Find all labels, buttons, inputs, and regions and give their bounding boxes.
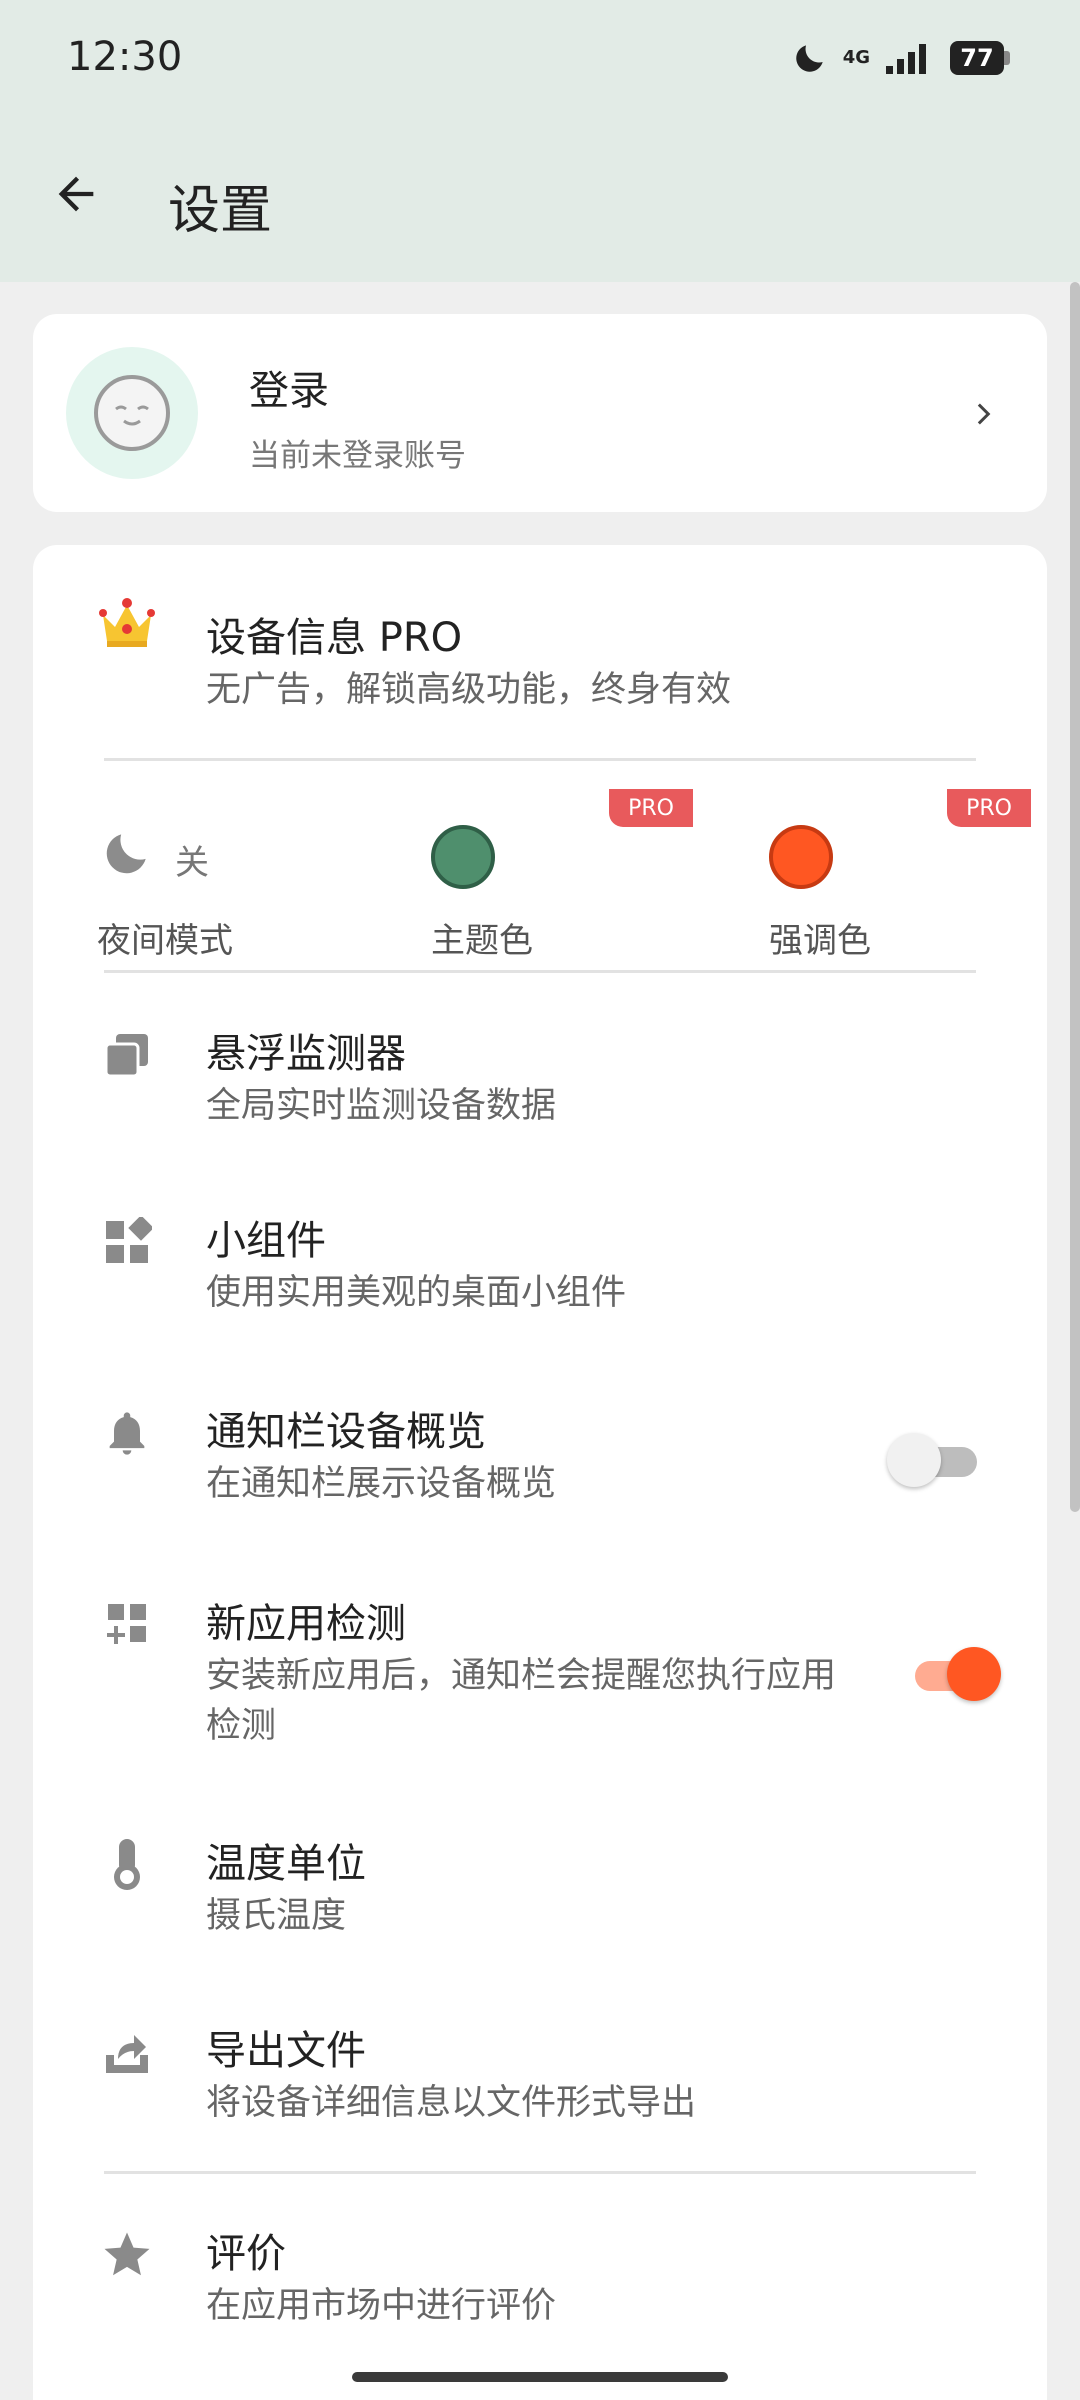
theme-color-option[interactable]: PRO 主题色 [393, 785, 703, 985]
battery-icon: 77 [950, 40, 1010, 76]
moon-status-icon [791, 39, 829, 77]
settings-item-rate[interactable]: 评价 在应用市场中进行评价 [33, 2185, 1047, 2365]
chevron-right-icon [963, 392, 1007, 436]
pro-badge: PRO [609, 789, 693, 827]
divider [104, 2171, 976, 2174]
item-subtitle: 将设备详细信息以文件形式导出 [206, 2083, 697, 2123]
item-title: 悬浮监测器 [206, 1031, 406, 1077]
divider [104, 758, 976, 761]
notification-overview-toggle[interactable] [887, 1433, 983, 1487]
settings-item-temperature-unit[interactable]: 温度单位 摄氏温度 [33, 1795, 1047, 1975]
item-subtitle: 安装新应用后，通知栏会提醒您执行应用检测 [206, 1656, 837, 1746]
status-time: 12:30 [67, 34, 183, 80]
star-icon [97, 2225, 157, 2285]
arrow-left-icon [58, 176, 94, 212]
pro-badge: PRO [947, 789, 1031, 827]
settings-item-export-file[interactable]: 导出文件 将设备详细信息以文件形式导出 [33, 1982, 1047, 2162]
item-subtitle: 摄氏温度 [206, 1896, 347, 1936]
item-title: 通知栏设备概览 [206, 1409, 486, 1455]
battery-level: 77 [950, 41, 1004, 75]
app-add-icon [97, 1595, 157, 1655]
new-app-detection-toggle[interactable] [911, 1647, 1001, 1701]
export-icon [97, 2022, 157, 2082]
status-icons: 4G 77 [791, 36, 1010, 80]
accent-color-swatch [769, 825, 833, 889]
moon-icon [99, 825, 155, 885]
theme-color-swatch [431, 825, 495, 889]
avatar [66, 347, 198, 479]
item-title: 新应用检测 [206, 1601, 406, 1647]
settings-item-widgets[interactable]: 小组件 使用实用美观的桌面小组件 [33, 1172, 1047, 1352]
top-bar: 12:30 4G 77 设置 [0, 0, 1080, 282]
settings-item-new-app-detection[interactable]: 新应用检测 安装新应用后，通知栏会提醒您执行应用检测 [33, 1555, 1047, 1775]
item-subtitle: 在通知栏展示设备概览 [206, 1464, 557, 1504]
settings-screen: 12:30 4G 77 设置 登录 当前未登录账号 设备信息 PRO 无广告，解… [0, 0, 1080, 2400]
settings-card: 设备信息 PRO 无广告，解锁高级功能，终身有效 关 夜间模式 PRO 主题色 … [33, 545, 1047, 2400]
item-title: 评价 [206, 2231, 286, 2277]
widgets-icon [97, 1212, 157, 1272]
bell-icon [97, 1403, 157, 1463]
pro-title: 设备信息 PRO [206, 615, 463, 661]
back-button[interactable] [40, 158, 112, 230]
pro-subtitle: 无广告，解锁高级功能，终身有效 [206, 670, 732, 710]
signal-icon [884, 40, 936, 76]
night-mode-label: 夜间模式 [97, 921, 233, 961]
item-title: 小组件 [206, 1218, 326, 1264]
crown-icon [97, 593, 157, 653]
accent-color-label: 强调色 [769, 921, 871, 961]
item-subtitle: 在应用市场中进行评价 [206, 2286, 557, 2326]
item-title: 导出文件 [206, 2028, 366, 2074]
item-title: 温度单位 [206, 1841, 366, 1887]
copy-icon [97, 1025, 157, 1085]
night-mode-option[interactable]: 关 夜间模式 [63, 785, 333, 985]
item-subtitle: 使用实用美观的桌面小组件 [206, 1273, 627, 1313]
login-card[interactable]: 登录 当前未登录账号 [33, 314, 1047, 512]
login-subtitle: 当前未登录账号 [249, 438, 466, 474]
pro-row[interactable]: 设备信息 PRO 无广告，解锁高级功能，终身有效 [33, 545, 1047, 745]
network-type: 4G [842, 47, 870, 68]
item-subtitle: 全局实时监测设备数据 [206, 1086, 557, 1126]
thermometer-icon [97, 1835, 157, 1895]
home-indicator[interactable] [352, 2372, 728, 2382]
page-title: 设置 [168, 181, 273, 241]
accent-color-option[interactable]: PRO 强调色 [733, 785, 1047, 985]
night-mode-state: 关 [175, 843, 209, 883]
login-title: 登录 [249, 368, 329, 414]
settings-item-notification-overview[interactable]: 通知栏设备概览 在通知栏展示设备概览 [33, 1363, 1047, 1543]
face-icon [94, 375, 170, 451]
theme-color-label: 主题色 [431, 921, 533, 961]
scrollbar[interactable] [1070, 282, 1080, 1512]
divider [104, 970, 976, 973]
settings-item-floating-monitor[interactable]: 悬浮监测器 全局实时监测设备数据 [33, 985, 1047, 1165]
